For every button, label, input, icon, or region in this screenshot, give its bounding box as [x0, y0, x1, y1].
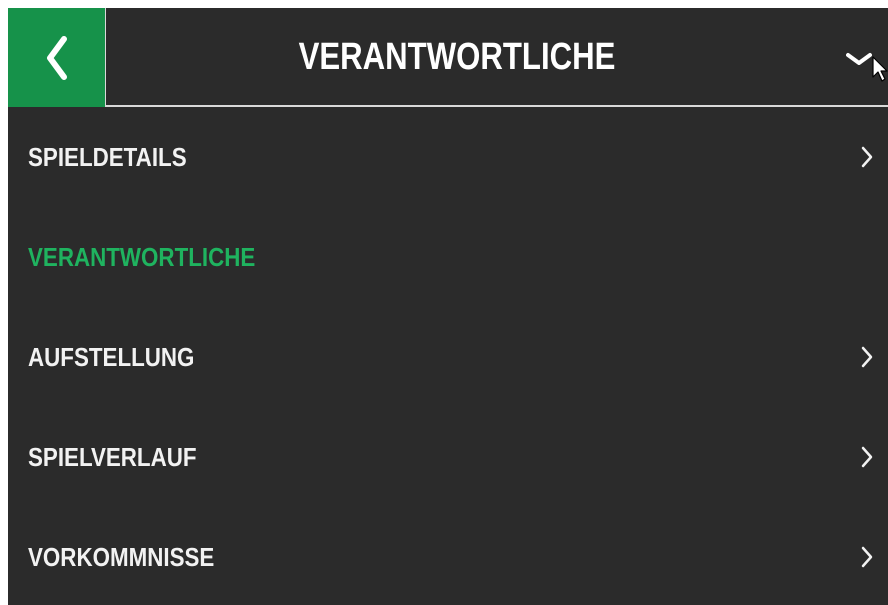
mouse-cursor-icon — [872, 56, 888, 87]
chevron-right-icon — [860, 545, 874, 574]
chevron-right-icon — [860, 345, 874, 374]
header-bar: VERANTWORTLICHE — [8, 8, 888, 107]
menu-item-label: SPIELDETAILS — [28, 141, 187, 172]
menu-item-label: VERANTWORTLICHE — [28, 241, 256, 272]
back-button[interactable] — [8, 8, 106, 107]
menu-item-label: SPIELVERLAUF — [28, 441, 197, 472]
chevron-left-icon — [44, 35, 70, 81]
menu-item-aufstellung[interactable]: AUFSTELLUNG — [8, 307, 888, 407]
menu-item-vorkommnisse[interactable]: VORKOMMNISSE — [8, 507, 888, 605]
menu-item-label: AUFSTELLUNG — [28, 341, 195, 372]
navigation-menu: SPIELDETAILS VERANTWORTLICHE AUFSTELLUNG… — [8, 107, 888, 605]
chevron-right-icon — [860, 145, 874, 174]
chevron-down-icon — [846, 52, 872, 71]
menu-item-spieldetails[interactable]: SPIELDETAILS — [8, 107, 888, 207]
app-frame: VERANTWORTLICHE SPIELDETAILS VERANTWORTL… — [8, 8, 888, 605]
menu-item-spielverlauf[interactable]: SPIELVERLAUF — [8, 407, 888, 507]
menu-item-verantwortliche[interactable]: VERANTWORTLICHE — [8, 207, 888, 307]
menu-item-label: VORKOMMNISSE — [28, 541, 215, 572]
chevron-right-icon — [860, 445, 874, 474]
dropdown-toggle[interactable] — [828, 8, 888, 107]
page-title: VERANTWORTLICHE — [298, 36, 616, 78]
